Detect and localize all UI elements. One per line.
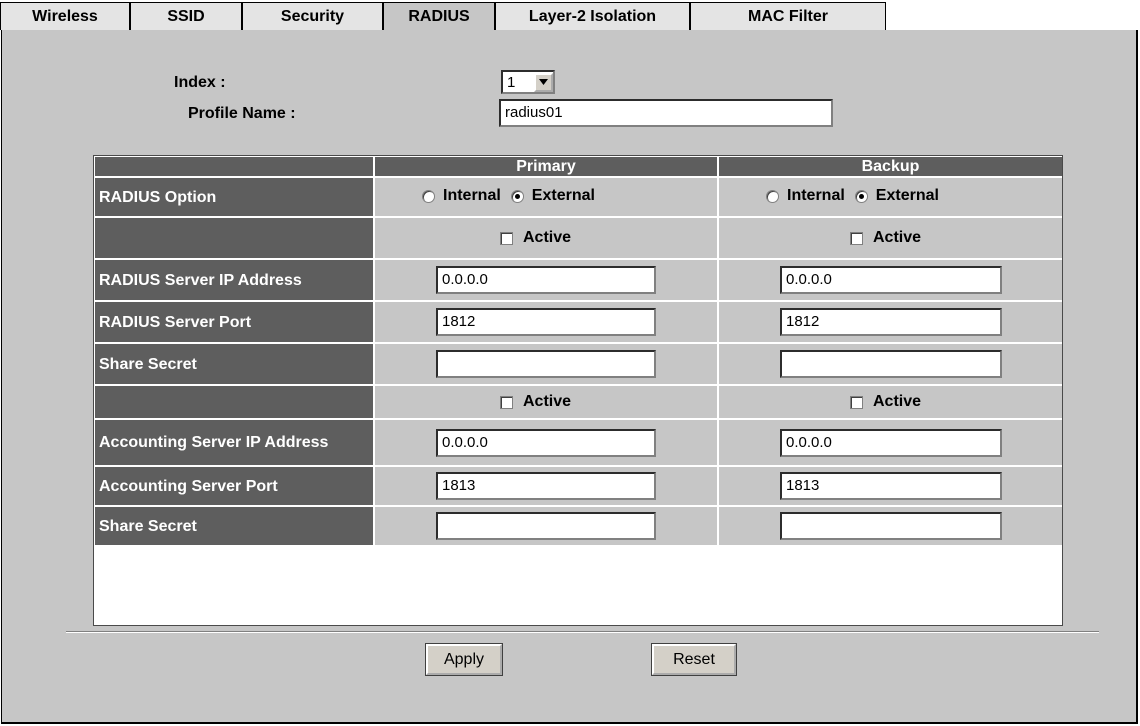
tab-layer2-isolation[interactable]: Layer-2 Isolation [495, 2, 690, 30]
table-corner-header [95, 157, 373, 176]
separator-line [66, 631, 1099, 633]
backup-accounting-active: Active [850, 393, 921, 411]
primary-radius-option-cell: Internal External [375, 178, 717, 216]
primary-accounting-secret-input[interactable] [436, 512, 656, 540]
primary-accounting-active: Active [500, 393, 571, 411]
primary-radius-active-checkbox[interactable] [500, 231, 513, 245]
primary-column-header: Primary [375, 157, 717, 176]
share-secret-label: Share Secret [95, 344, 373, 384]
primary-internal-label: Internal [443, 187, 501, 204]
backup-radius-active-checkbox[interactable] [850, 231, 863, 245]
primary-external-radio[interactable] [510, 189, 524, 203]
primary-radius-option: Internal External [422, 187, 595, 205]
backup-share-secret-cell [719, 344, 1062, 384]
primary-accounting-port-cell: 1813 [375, 467, 717, 505]
accounting-active-row-header [95, 386, 373, 418]
primary-radius-port-cell: 1812 [375, 302, 717, 342]
primary-accounting-ip-input[interactable]: 0.0.0.0 [436, 429, 656, 457]
primary-accounting-ip-cell: 0.0.0.0 [375, 420, 717, 465]
tab-bar: Wireless SSID Security RADIUS Layer-2 Is… [0, 0, 1140, 30]
backup-accounting-active-checkbox[interactable] [850, 395, 863, 409]
radius-port-label: RADIUS Server Port [95, 302, 373, 342]
backup-radius-port-input[interactable]: 1812 [780, 308, 1002, 336]
backup-radius-active: Active [850, 229, 921, 247]
backup-accounting-secret-input[interactable] [780, 512, 1002, 540]
reset-button[interactable]: Reset [651, 643, 737, 676]
primary-internal-radio[interactable] [422, 189, 435, 203]
primary-radius-active-cell: Active [375, 218, 717, 258]
radius-active-row-header [95, 218, 373, 258]
accounting-ip-label: Accounting Server IP Address [95, 420, 373, 465]
primary-radius-ip-cell: 0.0.0.0 [375, 260, 717, 300]
backup-accounting-ip-input[interactable]: 0.0.0.0 [780, 429, 1002, 457]
primary-accounting-active-label: Active [523, 393, 572, 410]
chevron-down-icon[interactable] [534, 72, 553, 92]
backup-accounting-active-label: Active [873, 393, 922, 410]
backup-internal-radio[interactable] [766, 189, 779, 203]
profile-name-input[interactable]: radius01 [499, 99, 833, 127]
profile-name-label: Profile Name : [188, 105, 296, 122]
primary-radius-active-label: Active [523, 229, 572, 246]
index-label: Index : [174, 74, 226, 91]
primary-radius-ip-input[interactable]: 0.0.0.0 [436, 266, 656, 294]
backup-external-radio[interactable] [854, 189, 868, 203]
accounting-share-secret-label: Share Secret [95, 507, 373, 545]
tab-ssid[interactable]: SSID [130, 2, 242, 30]
primary-external-label: External [531, 187, 595, 204]
primary-accounting-active-checkbox[interactable] [500, 395, 513, 409]
primary-accounting-secret-cell [375, 507, 717, 545]
primary-accounting-port-input[interactable]: 1813 [436, 472, 656, 500]
radius-option-label: RADIUS Option [95, 178, 373, 216]
backup-external-label: External [875, 187, 939, 204]
backup-radius-active-label: Active [873, 229, 922, 246]
backup-radius-option: Internal External [766, 187, 939, 205]
backup-accounting-active-cell: Active [719, 386, 1062, 418]
tab-security[interactable]: Security [242, 2, 383, 30]
backup-radius-ip-cell: 0.0.0.0 [719, 260, 1062, 300]
backup-column-header: Backup [719, 157, 1062, 176]
primary-accounting-active-cell: Active [375, 386, 717, 418]
backup-internal-label: Internal [787, 187, 845, 204]
backup-radius-port-cell: 1812 [719, 302, 1062, 342]
backup-accounting-port-input[interactable]: 1813 [780, 472, 1002, 500]
radius-settings-table: Primary Backup RADIUS Option Internal Ex… [93, 155, 1063, 626]
backup-radius-active-cell: Active [719, 218, 1062, 258]
backup-radius-option-cell: Internal External [719, 178, 1062, 216]
primary-radius-active: Active [500, 229, 571, 247]
index-select[interactable]: 1 [501, 70, 555, 94]
backup-radius-ip-input[interactable]: 0.0.0.0 [780, 266, 1002, 294]
tab-mac-filter[interactable]: MAC Filter [690, 2, 886, 30]
primary-share-secret-cell [375, 344, 717, 384]
radius-panel: Index : 1 Profile Name : radius01 Primar… [1, 30, 1138, 724]
apply-button[interactable]: Apply [425, 643, 503, 676]
primary-radius-port-input[interactable]: 1812 [436, 308, 656, 336]
radius-ip-label: RADIUS Server IP Address [95, 260, 373, 300]
index-select-value: 1 [507, 73, 516, 91]
backup-accounting-port-cell: 1813 [719, 467, 1062, 505]
tab-radius[interactable]: RADIUS [383, 2, 495, 30]
accounting-port-label: Accounting Server Port [95, 467, 373, 505]
tab-wireless[interactable]: Wireless [0, 2, 130, 30]
backup-accounting-ip-cell: 0.0.0.0 [719, 420, 1062, 465]
primary-share-secret-input[interactable] [436, 350, 656, 378]
backup-share-secret-input[interactable] [780, 350, 1002, 378]
backup-accounting-secret-cell [719, 507, 1062, 545]
